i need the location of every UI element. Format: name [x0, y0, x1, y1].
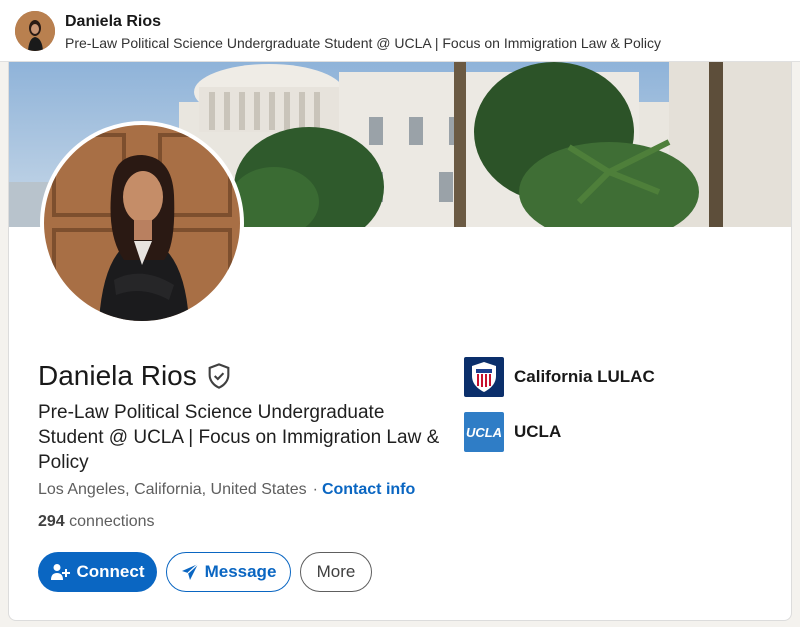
org-item-california-lulac[interactable]: California LULAC — [464, 357, 655, 397]
org-item-ucla[interactable]: UCLA UCLA — [464, 412, 561, 452]
location-text: Los Angeles, California, United States — [38, 481, 307, 498]
location-row: Los Angeles, California, United States · C… — [38, 481, 415, 499]
profile-sticky-header: Daniela Rios Pre-Law Political Science U… — [0, 0, 800, 62]
message-label: Message — [204, 562, 277, 581]
org-name: UCLA — [514, 422, 562, 441]
profile-photo-icon — [15, 11, 55, 51]
connections-count[interactable]: 294 connections — [38, 513, 155, 531]
message-button[interactable]: Message — [166, 552, 291, 592]
connect-button[interactable]: Connect — [38, 552, 157, 592]
profile-name-text: Daniela Rios — [38, 360, 197, 391]
sticky-headline: Pre-Law Political Science Undergraduate … — [65, 35, 662, 51]
profile-photo-image — [44, 125, 240, 321]
connect-label: Connect — [76, 562, 145, 581]
profile-headline: Pre-Law Political Science Undergraduate … — [38, 402, 440, 473]
profile-name: Daniela Rios — [38, 360, 233, 392]
separator-dot: · — [312, 481, 318, 498]
more-label: More — [316, 562, 356, 581]
add-person-icon — [50, 564, 70, 580]
contact-info-link[interactable]: Contact info — [322, 481, 415, 498]
profile-photo-frame[interactable] — [40, 121, 244, 325]
sticky-name: Daniela Rios — [65, 13, 162, 30]
ucla-logo-icon: UCLA — [464, 412, 504, 452]
more-button[interactable]: More — [300, 552, 372, 592]
verified-shield-icon[interactable] — [205, 362, 233, 390]
org-name: California LULAC — [514, 367, 655, 386]
shield-icon — [472, 362, 496, 392]
lulac-logo-icon — [464, 357, 504, 397]
avatar-small[interactable] — [15, 11, 55, 51]
connections-number: 294 — [38, 513, 65, 530]
connections-label: connections — [64, 513, 155, 530]
profile-card: Daniela Rios Pre-Law Political Science U… — [8, 62, 792, 621]
profile-photo[interactable] — [44, 125, 240, 321]
send-icon — [181, 563, 198, 580]
